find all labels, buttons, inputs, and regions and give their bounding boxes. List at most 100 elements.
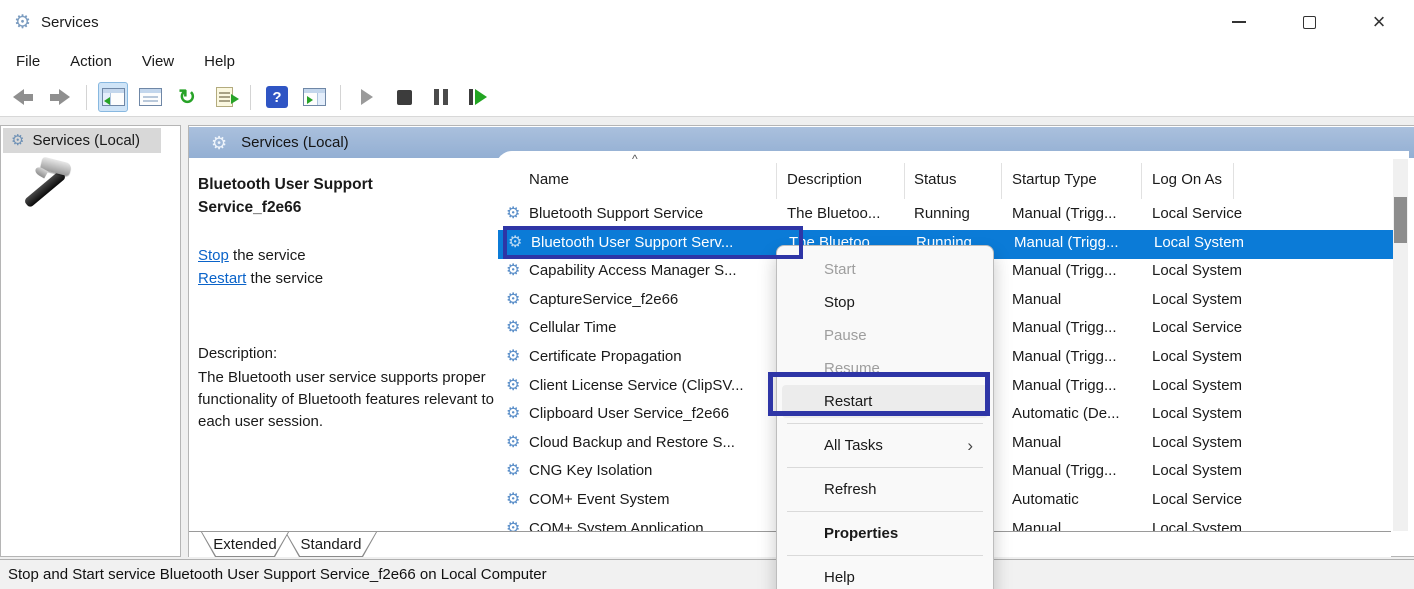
cell-log-on-as: Local System [1152, 262, 1302, 279]
stop-service-link[interactable]: Stop [198, 247, 229, 264]
start-service-icon [361, 89, 373, 105]
tab-standard[interactable]: Standard [285, 532, 377, 557]
column-divider[interactable] [1141, 163, 1142, 199]
minimize-button[interactable] [1204, 0, 1274, 44]
toolbar: ↻ ? [0, 78, 1414, 117]
context-menu-item-all-tasks[interactable]: All Tasks› [777, 429, 993, 462]
sort-indicator-icon[interactable]: ^ [632, 152, 638, 166]
cell-startup-type: Manual [1012, 291, 1140, 308]
context-menu-item-refresh[interactable]: Refresh [777, 473, 993, 506]
back-icon [13, 89, 33, 105]
stop-service-line: Stop the service [198, 247, 306, 264]
refresh-button[interactable]: ↻ [172, 82, 202, 112]
window-controls: × [1204, 0, 1414, 44]
menu-help[interactable]: Help [204, 53, 235, 70]
column-header-status[interactable]: Status [914, 171, 957, 188]
restart-service-button[interactable] [463, 82, 493, 112]
service-gear-icon: ⚙ [506, 406, 520, 422]
restart-service-suffix: the service [246, 270, 323, 287]
close-button[interactable]: × [1344, 0, 1414, 44]
column-header-startup-type[interactable]: Startup Type [1012, 171, 1097, 188]
cell-name: Certificate Propagation [529, 348, 771, 365]
window-title: Services [41, 14, 99, 31]
export-list-button[interactable] [209, 82, 239, 112]
service-gear-icon: ⚙ [506, 492, 520, 508]
title-bar: ⚙ Services × [0, 0, 1414, 44]
service-gear-icon: ⚙ [506, 263, 520, 279]
cell-name: Cellular Time [529, 319, 771, 336]
back-button[interactable] [8, 82, 38, 112]
cell-name: Cloud Backup and Restore S... [529, 434, 771, 451]
services-app-icon: ⚙ [14, 13, 31, 32]
forward-button[interactable] [45, 82, 75, 112]
service-gear-icon: ⚙ [506, 320, 520, 336]
column-divider[interactable] [776, 163, 777, 199]
menu-bar: File Action View Help [0, 44, 1414, 78]
properties-button[interactable] [135, 82, 165, 112]
pause-service-icon [434, 89, 448, 105]
cell-name: COM+ System Application [529, 520, 771, 531]
cell-log-on-as: Local System [1152, 377, 1302, 394]
cell-name: Clipboard User Service_f2e66 [529, 405, 771, 422]
services-gear-icon: ⚙ [211, 134, 227, 152]
context-menu-item-stop[interactable]: Stop [777, 286, 993, 319]
service-gear-icon: ⚙ [506, 435, 520, 451]
column-header-log-on-as[interactable]: Log On As [1152, 171, 1222, 188]
forward-icon [50, 89, 70, 105]
tree-item-services-local[interactable]: ⚙ Services (Local) [3, 128, 161, 153]
service-gear-icon: ⚙ [506, 349, 520, 365]
description-text: The Bluetooth user service supports prop… [198, 367, 500, 433]
tab-extended[interactable]: Extended [201, 532, 289, 557]
show-action-pane-button[interactable] [299, 82, 329, 112]
services-gear-icon: ⚙ [11, 133, 24, 148]
cell-name: CaptureService_f2e66 [529, 291, 771, 308]
context-menu-item-pause: Pause [777, 319, 993, 352]
cell-log-on-as: Local Service [1152, 319, 1302, 336]
cell-startup-type: Automatic [1012, 491, 1140, 508]
restart-service-icon [469, 89, 487, 105]
toolbar-separator [86, 85, 87, 110]
scrollbar-thumb[interactable] [1394, 197, 1407, 243]
show-console-tree-button[interactable] [98, 82, 128, 112]
cell-name: COM+ Event System [529, 491, 771, 508]
menu-action[interactable]: Action [70, 53, 112, 70]
pause-service-button[interactable] [426, 82, 456, 112]
column-header-name[interactable]: Name [529, 171, 569, 188]
column-divider[interactable] [904, 163, 905, 199]
status-bar-text: Stop and Start service Bluetooth User Su… [8, 566, 547, 583]
restart-service-link[interactable]: Restart [198, 270, 246, 287]
cell-status: Running [914, 205, 1002, 222]
column-header-description[interactable]: Description [787, 171, 862, 188]
context-menu-separator [787, 555, 983, 556]
stop-service-button[interactable] [389, 82, 419, 112]
context-menu-item-help[interactable]: Help [777, 561, 993, 589]
menu-file[interactable]: File [16, 53, 40, 70]
stop-service-suffix: the service [229, 247, 306, 264]
service-gear-icon: ⚙ [506, 292, 520, 308]
status-bar: Stop and Start service Bluetooth User Su… [0, 559, 1414, 589]
cell-startup-type: Manual [1012, 520, 1140, 531]
console-tree-icon [102, 88, 125, 106]
maximize-button[interactable] [1274, 0, 1344, 44]
cell-name: Bluetooth User Support Serv... [531, 234, 773, 251]
console-tree-panel: ⚙ Services (Local) [0, 125, 181, 557]
table-row[interactable]: ⚙Bluetooth Support ServiceThe Bluetoo...… [496, 201, 1409, 230]
cell-name: Capability Access Manager S... [529, 262, 771, 279]
context-menu-item-restart[interactable]: Restart [782, 385, 988, 418]
column-divider[interactable] [1233, 163, 1234, 199]
start-service-button[interactable] [352, 82, 382, 112]
refresh-icon: ↻ [178, 87, 196, 108]
vertical-scrollbar[interactable] [1393, 159, 1408, 531]
cell-startup-type: Manual (Trigg... [1014, 234, 1142, 251]
menu-view[interactable]: View [142, 53, 174, 70]
cell-startup-type: Manual (Trigg... [1012, 462, 1140, 479]
toolbar-separator [340, 85, 341, 110]
cell-log-on-as: Local System [1152, 291, 1302, 308]
cell-log-on-as: Local System [1152, 434, 1302, 451]
help-button[interactable]: ? [262, 82, 292, 112]
tree-item-label: Services (Local) [32, 132, 140, 149]
cell-name: Bluetooth Support Service [529, 205, 771, 222]
column-divider[interactable] [1001, 163, 1002, 199]
cell-startup-type: Manual [1012, 434, 1140, 451]
context-menu-item-properties[interactable]: Properties [777, 517, 993, 550]
